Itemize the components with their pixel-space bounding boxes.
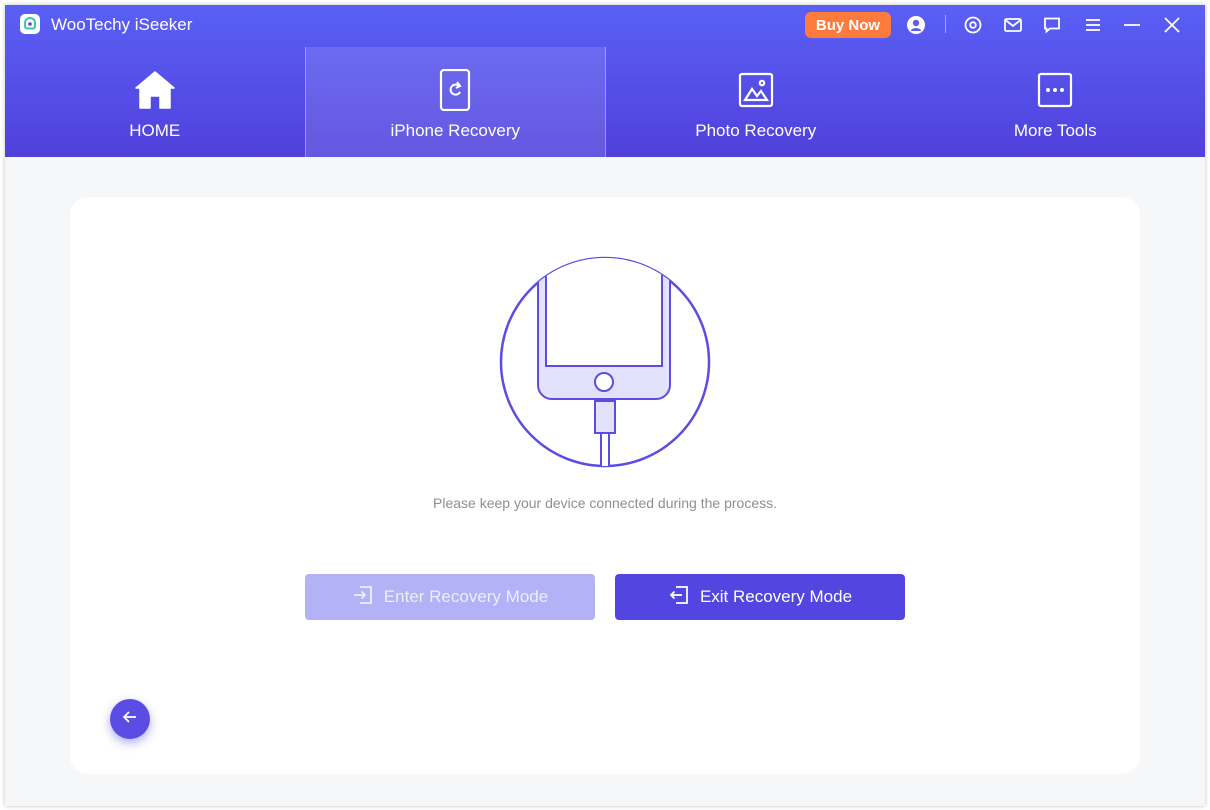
- title-bar: WooTechy iSeeker Buy Now: [5, 5, 1205, 47]
- tab-more-tools-label: More Tools: [1013, 121, 1097, 140]
- tab-iphone-recovery[interactable]: iPhone Recovery: [304, 47, 606, 157]
- exit-icon: [668, 584, 690, 611]
- tab-home[interactable]: HOME: [5, 47, 305, 157]
- user-icon[interactable]: [905, 14, 927, 36]
- tab-home-label: HOME: [129, 121, 181, 140]
- menu-icon[interactable]: [1082, 14, 1104, 36]
- feedback-icon[interactable]: [1041, 14, 1063, 36]
- app-window: WooTechy iSeeker Buy Now HOME iPhone Rec…: [5, 5, 1205, 806]
- header: WooTechy iSeeker Buy Now HOME iPhone Rec…: [5, 5, 1205, 157]
- enter-recovery-mode-button[interactable]: Enter Recovery Mode: [305, 574, 595, 620]
- main-nav: HOME iPhone Recovery Photo Recovery More…: [5, 47, 1205, 157]
- tab-more-tools[interactable]: More Tools: [906, 47, 1206, 157]
- tab-photo-recovery[interactable]: Photo Recovery: [606, 47, 906, 157]
- back-button[interactable]: [110, 699, 150, 739]
- tab-iphone-recovery-label: iPhone Recovery: [390, 121, 520, 140]
- buy-now-button[interactable]: Buy Now: [805, 12, 891, 38]
- settings-icon[interactable]: [962, 14, 984, 36]
- app-title: WooTechy iSeeker: [51, 15, 193, 34]
- more-icon: [1037, 69, 1073, 111]
- exit-recovery-mode-button[interactable]: Exit Recovery Mode: [615, 574, 905, 620]
- status-message: Please keep your device connected during…: [433, 495, 777, 511]
- mail-icon[interactable]: [1002, 14, 1024, 36]
- exit-recovery-mode-label: Exit Recovery Mode: [699, 587, 853, 606]
- iphone-recovery-icon: [439, 69, 471, 111]
- content-card: Please keep your device connected during…: [70, 197, 1140, 774]
- titlebar-divider: [945, 15, 946, 33]
- photo-icon: [738, 69, 774, 111]
- minimize-icon[interactable]: [1121, 14, 1143, 36]
- close-icon[interactable]: [1161, 14, 1183, 36]
- app-logo-icon: [20, 14, 40, 34]
- enter-recovery-mode-label: Enter Recovery Mode: [383, 587, 549, 606]
- arrow-left-icon: [122, 709, 138, 730]
- home-icon: [134, 69, 176, 111]
- tab-photo-recovery-label: Photo Recovery: [695, 121, 817, 140]
- enter-icon: [352, 584, 374, 611]
- device-connected-illustration: [498, 255, 712, 474]
